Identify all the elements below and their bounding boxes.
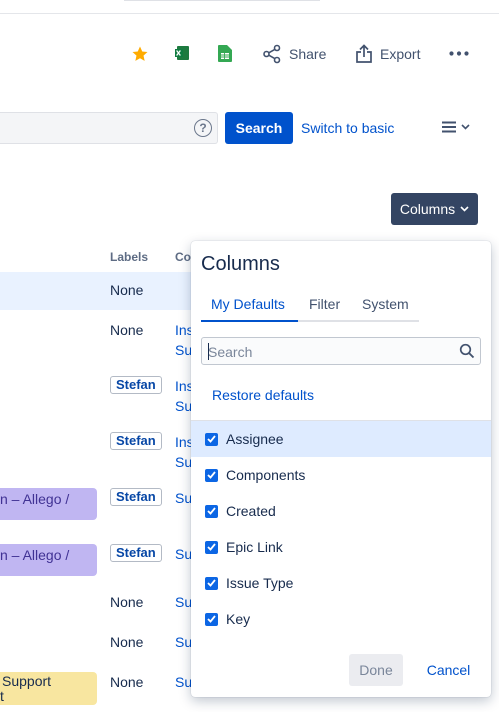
star-icon[interactable] bbox=[131, 45, 149, 63]
label-lozenge[interactable]: Stefan bbox=[110, 544, 162, 562]
epic-lozenge[interactable]: n – Allego / bbox=[0, 488, 97, 520]
table-row-highlight bbox=[0, 272, 195, 310]
label-lozenge[interactable]: Stefan bbox=[110, 432, 162, 450]
label-lozenge[interactable]: Stefan bbox=[110, 376, 162, 394]
restore-defaults-link[interactable]: Restore defaults bbox=[212, 387, 314, 403]
checkmark-icon bbox=[207, 507, 216, 515]
checkmark-icon bbox=[207, 435, 216, 443]
column-option-created[interactable]: Created bbox=[191, 493, 491, 529]
column-option-label: Key bbox=[226, 611, 251, 627]
export-button[interactable]: Export bbox=[355, 44, 420, 64]
epic-lozenge-line: t bbox=[0, 688, 4, 704]
column-option-label: Epic Link bbox=[226, 539, 283, 555]
chevron-down-icon bbox=[461, 124, 470, 130]
checkmark-icon bbox=[207, 543, 216, 551]
table-cell-component[interactable]: Su bbox=[175, 632, 192, 652]
top-bar bbox=[0, 0, 499, 14]
column-header-labels[interactable]: Labels bbox=[110, 250, 148, 264]
active-tab-indicator bbox=[201, 320, 298, 322]
checkbox-checked[interactable] bbox=[205, 432, 218, 446]
column-option-label: Created bbox=[226, 503, 276, 519]
switch-to-basic-link[interactable]: Switch to basic bbox=[301, 120, 394, 136]
panel-tabs: My Defaults Filter System bbox=[201, 292, 419, 322]
text-caret bbox=[208, 343, 209, 360]
more-icon bbox=[449, 51, 469, 56]
excel-icon[interactable] bbox=[174, 45, 190, 61]
table-cell-component[interactable]: Su bbox=[175, 592, 192, 612]
cancel-button[interactable]: Cancel bbox=[416, 654, 481, 686]
tab-system[interactable]: System bbox=[362, 296, 409, 312]
column-option-label: Components bbox=[226, 467, 306, 483]
table-cell-component[interactable]: Su bbox=[175, 488, 192, 508]
column-option-issue-type[interactable]: Issue Type bbox=[191, 565, 491, 601]
export-icon bbox=[356, 44, 372, 63]
table-cell-component[interactable]: Su bbox=[175, 396, 192, 416]
table-cell-labels: None bbox=[110, 674, 144, 690]
tab-filter[interactable]: Filter bbox=[309, 296, 340, 312]
checkmark-icon bbox=[207, 471, 216, 479]
table-cell-labels: None bbox=[110, 282, 144, 298]
columns-button[interactable]: Columns bbox=[391, 193, 478, 225]
share-button[interactable]: Share bbox=[262, 44, 326, 64]
column-option-components[interactable]: Components bbox=[191, 457, 491, 493]
jql-search-field[interactable] bbox=[0, 112, 218, 144]
panel-title: Columns bbox=[201, 253, 280, 275]
done-button[interactable]: Done bbox=[349, 654, 403, 686]
column-option-epic-link[interactable]: Epic Link bbox=[191, 529, 491, 565]
table-cell-labels: None bbox=[110, 634, 144, 650]
export-label: Export bbox=[380, 46, 421, 62]
column-option-label: Issue Type bbox=[226, 575, 294, 591]
tab-my-defaults[interactable]: My Defaults bbox=[211, 296, 285, 312]
table-cell-component[interactable]: Su bbox=[175, 544, 192, 564]
epic-lozenge-line: Support bbox=[2, 673, 52, 689]
column-options-list: Assignee Components Created Epic Link Is… bbox=[191, 420, 491, 637]
share-label: Share bbox=[289, 46, 327, 62]
table-cell-component[interactable]: Su bbox=[175, 452, 192, 472]
checkmark-icon bbox=[207, 615, 216, 623]
checkbox-checked[interactable] bbox=[205, 504, 218, 518]
table-cell-component[interactable]: Su bbox=[175, 340, 192, 360]
top-bar-fragment bbox=[124, 0, 320, 1]
checkbox-checked[interactable] bbox=[205, 576, 218, 590]
checkbox-checked[interactable] bbox=[205, 468, 218, 482]
columns-button-label: Columns bbox=[399, 201, 456, 217]
help-icon[interactable]: ? bbox=[194, 119, 212, 137]
table-cell-labels: None bbox=[110, 594, 144, 610]
share-icon bbox=[263, 44, 281, 64]
chevron-down-icon bbox=[460, 206, 469, 212]
epic-lozenge[interactable]: n – Allego / bbox=[0, 544, 97, 576]
label-lozenge[interactable]: Stefan bbox=[110, 488, 162, 506]
table-cell-labels: None bbox=[110, 322, 144, 338]
column-search-field[interactable] bbox=[201, 337, 481, 365]
view-menu-button[interactable] bbox=[441, 121, 470, 133]
search-button[interactable]: Search bbox=[225, 112, 293, 144]
column-search-input[interactable] bbox=[208, 342, 448, 362]
more-actions-button[interactable] bbox=[449, 51, 469, 56]
checkbox-checked[interactable] bbox=[205, 612, 218, 626]
search-icon bbox=[459, 343, 475, 359]
hamburger-icon bbox=[442, 121, 456, 133]
column-option-assignee[interactable]: Assignee bbox=[191, 421, 491, 457]
checkbox-checked[interactable] bbox=[205, 540, 218, 554]
table-cell-component[interactable]: Su bbox=[175, 672, 192, 692]
epic-lozenge[interactable]: Support t bbox=[0, 672, 97, 705]
column-option-key[interactable]: Key bbox=[191, 601, 491, 637]
column-option-label: Assignee bbox=[226, 431, 284, 447]
checkmark-icon bbox=[207, 579, 216, 587]
column-header-components[interactable]: Co bbox=[175, 250, 191, 264]
sheets-icon[interactable] bbox=[218, 45, 232, 62]
columns-panel: Columns My Defaults Filter System Restor… bbox=[191, 241, 491, 697]
